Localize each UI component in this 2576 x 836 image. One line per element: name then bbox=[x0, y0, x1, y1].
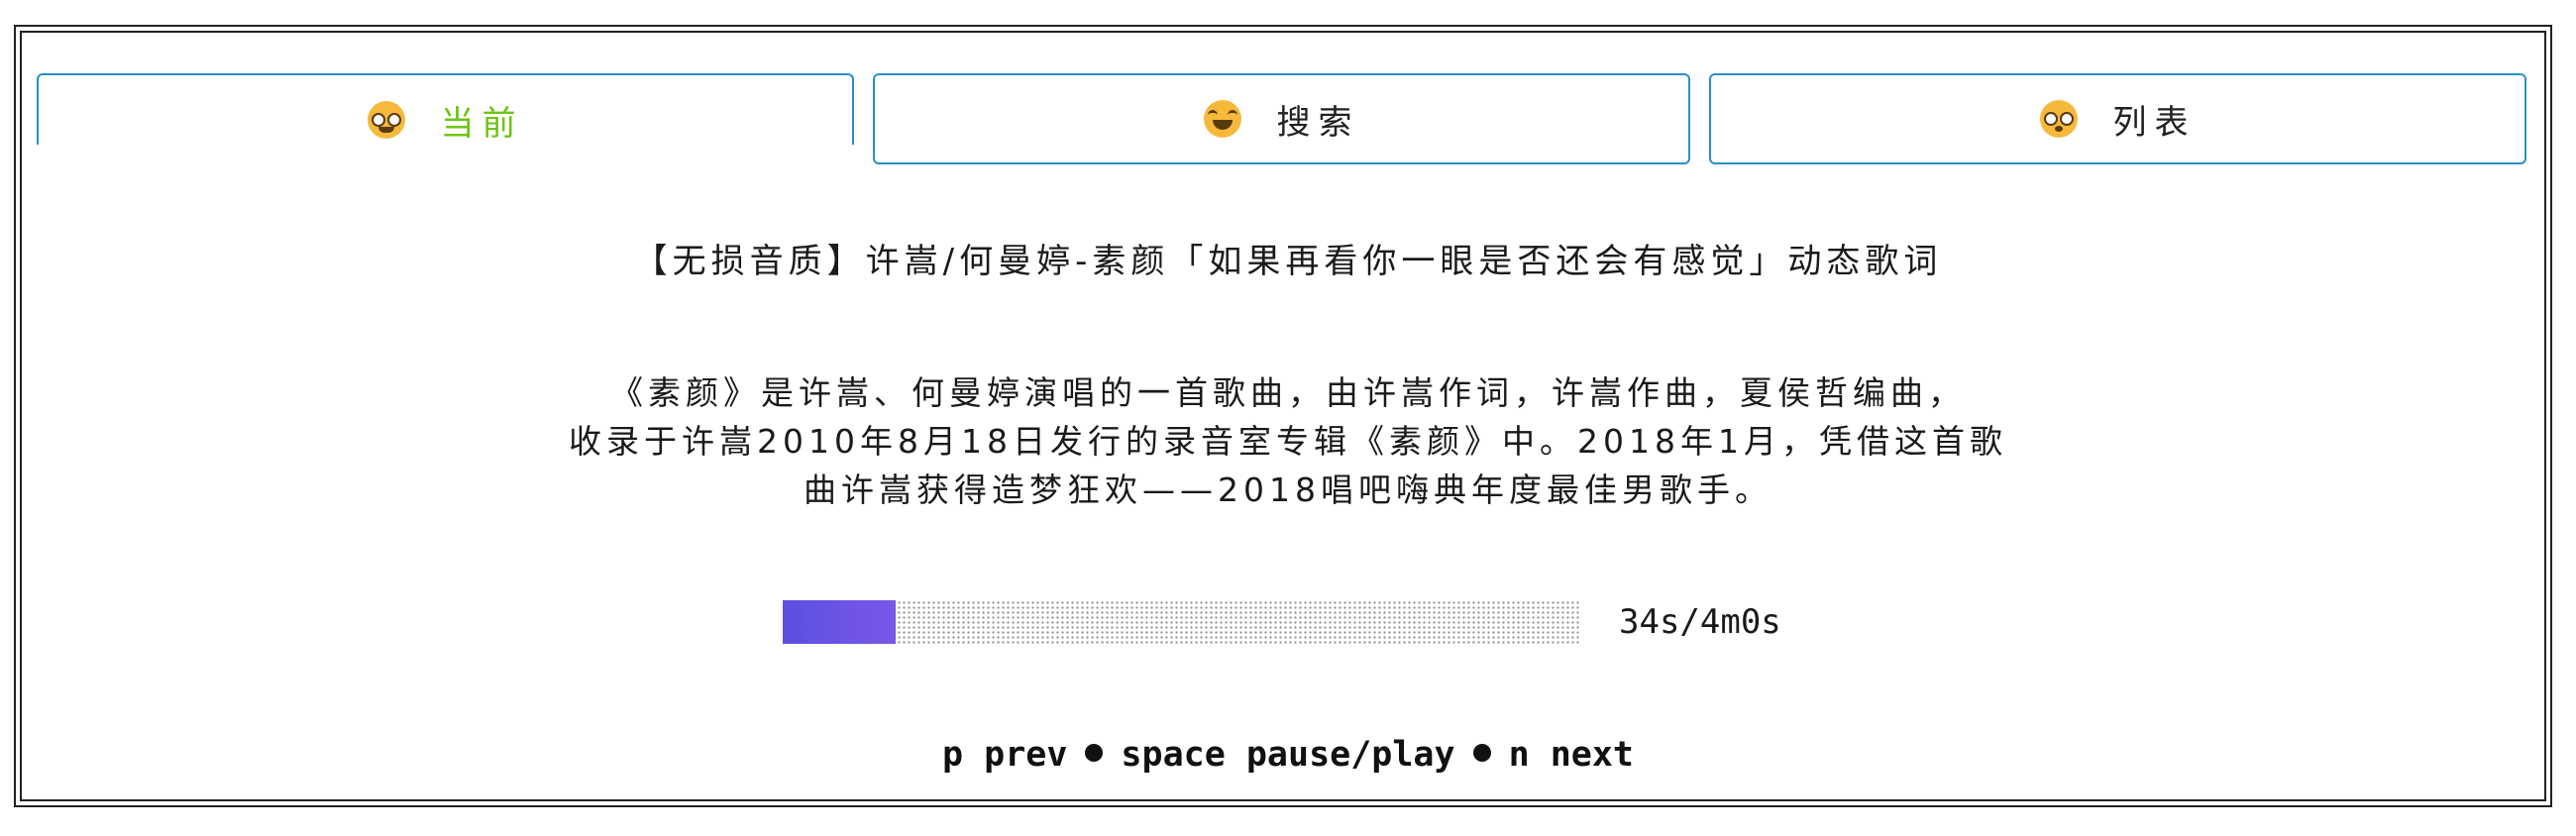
hint-pause-play: space pause/play bbox=[1121, 735, 1455, 775]
bullet-separator bbox=[1472, 744, 1491, 762]
tab-search[interactable]: 搜索 bbox=[873, 73, 1690, 164]
progress-bar[interactable] bbox=[783, 600, 1580, 644]
tab-search-label: 搜索 bbox=[1276, 102, 1360, 143]
description-line: 《素颜》是许嵩、何曼婷演唱的一首歌曲，由许嵩作词，许嵩作曲，夏侯哲编曲， bbox=[610, 373, 1966, 412]
song-title: 【无损音质】许嵩/何曼婷-素颜「如果再看你一眼是否还会有感觉」动态歌词 bbox=[633, 242, 1943, 281]
nerd-face-icon bbox=[367, 101, 405, 139]
tab-list-label: 列表 bbox=[2112, 102, 2197, 143]
description-line: 曲许嵩获得造梦狂欢——2018唱吧嗨典年度最佳男歌手。 bbox=[804, 470, 1772, 509]
flushed-face-icon bbox=[2039, 100, 2078, 138]
description-line: 收录于许嵩2010年8月18日发行的录音室专辑《素颜》中。2018年1月，凭借这… bbox=[569, 422, 2007, 461]
tab-current-label: 当前 bbox=[440, 103, 524, 144]
tab-bar: 当前 搜索 列表 bbox=[37, 73, 2527, 166]
hint-prev: p prev bbox=[941, 735, 1068, 775]
song-description: 《素颜》是许嵩、何曼婷演唱的一首歌曲，由许嵩作词，许嵩作曲，夏侯哲编曲， 收录于… bbox=[555, 368, 2021, 514]
hint-next: n next bbox=[1508, 735, 1635, 775]
keyboard-hints: p prev space pause/play n next bbox=[0, 735, 2576, 775]
tab-list[interactable]: 列表 bbox=[1709, 73, 2526, 164]
progress-fill bbox=[783, 600, 897, 644]
bullet-separator bbox=[1085, 744, 1104, 762]
tears-of-joy-face-icon bbox=[1203, 100, 1241, 138]
tab-current[interactable]: 当前 bbox=[37, 73, 854, 145]
progress-time: 34s/4m0s bbox=[1619, 602, 1781, 642]
